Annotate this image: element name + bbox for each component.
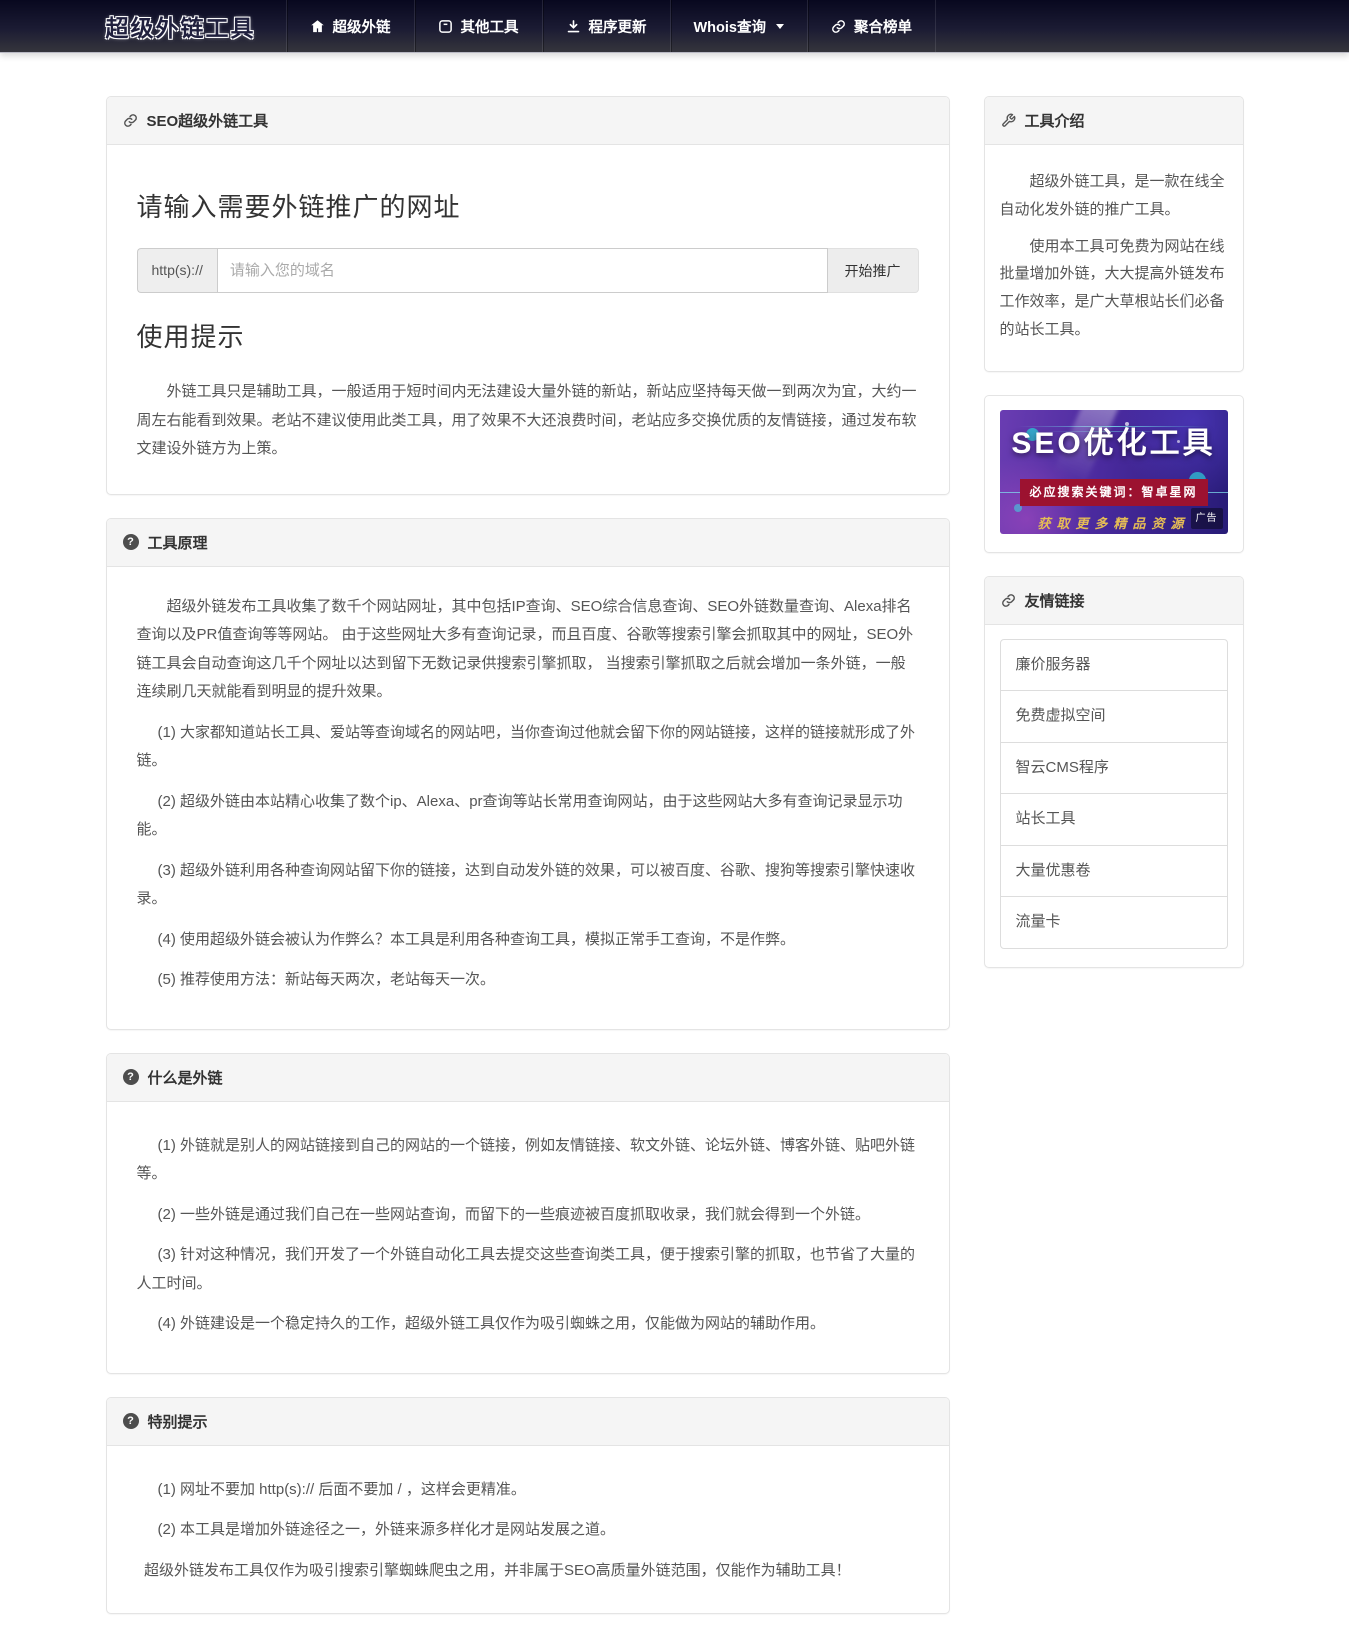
what-is-item: (1) 外链就是别人的网站链接到自己的网站的一个链接，例如友情链接、软文外链、论… [137, 1132, 919, 1189]
panel-title: 特别提示 [148, 1411, 208, 1432]
friend-link-free-hosting[interactable]: 免费虚拟空间 [1001, 691, 1227, 742]
special-tip-item: (2) 本工具是增加外链途径之一，外链来源多样化才是网站发展之道。 [137, 1516, 919, 1545]
what-is-item: (4) 外链建设是一个稳定持久的工作，超级外链工具仅作为吸引蜘蛛之用，仅能做为网… [137, 1310, 919, 1339]
tool-principle-panel-header: ? 工具原理 [107, 519, 949, 567]
banner-subtitle-row: 必应搜索关键词：智卓星网 [1000, 479, 1228, 506]
brand-logo[interactable]: 超级外链工具 [106, 0, 286, 52]
banner-subtitle: 必应搜索关键词：智卓星网 [1020, 479, 1208, 506]
nav-menu: 超级外链 其他工具 程序更新 Whois查询 [286, 0, 937, 52]
question-icon: ? [123, 1069, 139, 1085]
special-tips-panel: ? 特别提示 (1) 网址不要加 http(s):// 后面不要加 / ，这样会… [106, 1397, 950, 1615]
list-item: 大量优惠卷 [1000, 845, 1228, 898]
tool-intro-panel-header: 工具介绍 [985, 97, 1243, 145]
friend-link-coupons[interactable]: 大量优惠卷 [1001, 846, 1227, 897]
friend-link-data-card[interactable]: 流量卡 [1001, 897, 1227, 948]
caret-down-icon [776, 24, 784, 29]
friend-link-cheap-server[interactable]: 廉价服务器 [1001, 640, 1227, 691]
seo-tool-ad-banner[interactable]: SEO优化工具 必应搜索关键词：智卓星网 获取更多精品资源 广告 [1000, 410, 1228, 534]
seo-tool-panel-header: SEO超级外链工具 [107, 97, 949, 145]
friend-links-panel-header: 友情链接 [985, 577, 1243, 625]
home-icon [310, 19, 325, 34]
what-is-backlink-panel: ? 什么是外链 (1) 外链就是别人的网站链接到自己的网站的一个链接，例如友情链… [106, 1053, 950, 1374]
what-is-backlink-panel-header: ? 什么是外链 [107, 1054, 949, 1102]
apps-icon [438, 19, 453, 34]
nav-item-label: 超级外链 [333, 16, 391, 37]
list-item: 智云CMS程序 [1000, 742, 1228, 795]
principle-item: (2) 超级外链由本站精心收集了数个ip、Alexa、pr查询等站长常用查询网站… [137, 788, 919, 845]
question-icon: ? [123, 534, 139, 550]
what-is-item: (2) 一些外链是通过我们自己在一些网站查询，而留下的一些痕迹被百度抓取收录，我… [137, 1201, 919, 1230]
link-icon [1001, 593, 1016, 608]
banner-decor-line [1208, 492, 1228, 493]
question-icon: ? [123, 1413, 139, 1429]
nav-item-whois-dropdown[interactable]: Whois查询 [670, 0, 808, 52]
special-tip-item: (1) 网址不要加 http(s):// 后面不要加 / ，这样会更精准。 [137, 1476, 919, 1505]
friend-links-list: 廉价服务器 免费虚拟空间 智云CMS程序 站长工具 大量优惠卷 流量卡 [1000, 639, 1228, 949]
top-navbar: 超级外链工具 超级外链 其他工具 [0, 0, 1349, 53]
principle-intro: 超级外链发布工具收集了数千个网站网址，其中包括IP查询、SEO综合信息查询、SE… [137, 593, 919, 707]
url-input-heading: 请输入需要外链推广的网址 [137, 183, 919, 232]
url-input-group: http(s):// 开始推广 [137, 248, 919, 293]
tool-intro-p2: 使用本工具可免费为网站在线批量增加外链，大大提高外链发布工作效率，是广大草根站长… [1000, 233, 1228, 344]
friend-link-webmaster-tools[interactable]: 站长工具 [1001, 794, 1227, 845]
list-item: 廉价服务器 [1000, 639, 1228, 692]
principle-item: (4) 使用超级外链会被认为作弊么？本工具是利用各种查询工具，模拟正常手工查询，… [137, 926, 919, 955]
list-item: 站长工具 [1000, 793, 1228, 846]
download-icon [566, 19, 581, 34]
nav-item-label: 聚合榜单 [854, 16, 912, 37]
ad-banner-panel: SEO优化工具 必应搜索关键词：智卓星网 获取更多精品资源 广告 [984, 395, 1244, 553]
seo-tool-panel: SEO超级外链工具 请输入需要外链推广的网址 http(s):// 开始推广 使… [106, 96, 950, 495]
link-icon [123, 113, 138, 128]
nav-item-label: 其他工具 [461, 16, 519, 37]
nav-item-super-links[interactable]: 超级外链 [286, 0, 414, 52]
domain-input[interactable] [217, 248, 828, 293]
nav-item-label: Whois查询 [694, 16, 767, 37]
start-promotion-button[interactable]: 开始推广 [828, 248, 919, 293]
principle-item: (3) 超级外链利用各种查询网站留下你的链接，达到自动发外链的效果，可以被百度、… [137, 857, 919, 914]
nav-item-other-tools[interactable]: 其他工具 [414, 0, 542, 52]
banner-decor-line [1000, 492, 1020, 493]
panel-title: 友情链接 [1025, 590, 1085, 611]
list-item: 免费虚拟空间 [1000, 690, 1228, 743]
nav-item-program-update[interactable]: 程序更新 [542, 0, 670, 52]
special-tip-note: 超级外链发布工具仅作为吸引搜索引擎蜘蛛爬虫之用，并非属于SEO高质量外链范围，仅… [137, 1557, 919, 1586]
banner-tagline: 获取更多精品资源 [1037, 512, 1189, 534]
tool-intro-panel: 工具介绍 超级外链工具，是一款在线全自动化发外链的推广工具。 使用本工具可免费为… [984, 96, 1244, 372]
friend-links-panel: 友情链接 廉价服务器 免费虚拟空间 智云CMS程序 站长工具 大量优惠卷 流量卡 [984, 576, 1244, 968]
panel-title: 什么是外链 [148, 1067, 223, 1088]
list-item: 流量卡 [1000, 896, 1228, 949]
principle-item: (1) 大家都知道站长工具、爱站等查询域名的网站吧，当你查询过他就会留下你的网站… [137, 719, 919, 776]
special-tips-panel-header: ? 特别提示 [107, 1398, 949, 1446]
banner-title: SEO优化工具 [1011, 415, 1215, 472]
link-icon [831, 19, 846, 34]
usage-tips-heading: 使用提示 [137, 313, 919, 362]
friend-link-zhiyun-cms[interactable]: 智云CMS程序 [1001, 743, 1227, 794]
usage-tips-text: 外链工具只是辅助工具，一般适用于短时间内无法建设大量外链的新站，新站应坚持每天做… [137, 378, 919, 464]
nav-item-label: 程序更新 [589, 16, 647, 37]
what-is-item: (3) 针对这种情况，我们开发了一个外链自动化工具去提交这些查询类工具，便于搜索… [137, 1241, 919, 1298]
tool-intro-p1: 超级外链工具，是一款在线全自动化发外链的推广工具。 [1000, 168, 1228, 224]
ad-label-badge: 广告 [1191, 508, 1223, 529]
panel-title: 工具介绍 [1025, 110, 1085, 131]
panel-title: SEO超级外链工具 [147, 110, 269, 131]
panel-title: 工具原理 [148, 532, 208, 553]
tool-principle-panel: ? 工具原理 超级外链发布工具收集了数千个网站网址，其中包括IP查询、SEO综合… [106, 518, 950, 1030]
protocol-prefix: http(s):// [137, 248, 217, 293]
nav-item-rank-list[interactable]: 聚合榜单 [807, 0, 936, 52]
principle-item: (5) 推荐使用方法：新站每天两次，老站每天一次。 [137, 966, 919, 995]
wrench-icon [1001, 113, 1016, 128]
